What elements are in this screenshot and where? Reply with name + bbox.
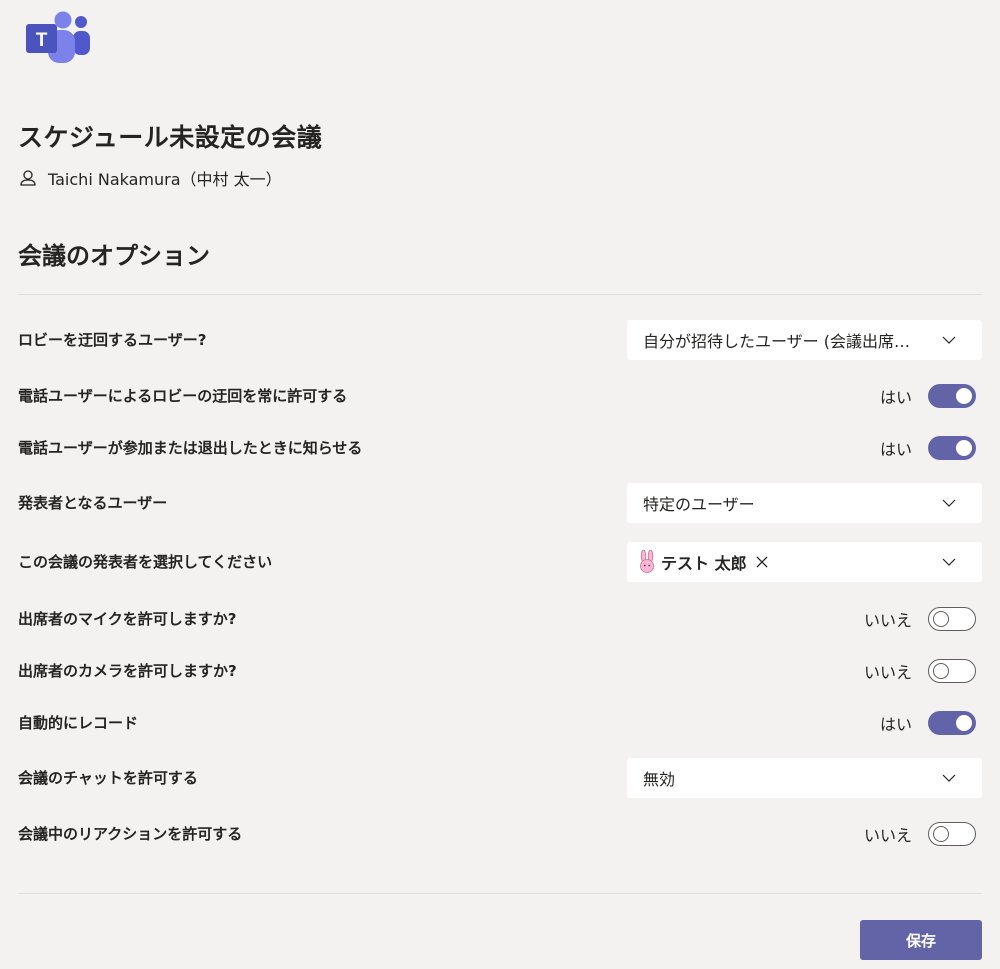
chevron-down-icon — [942, 558, 956, 566]
option-label: 出席者のカメラを許可しますか? — [18, 662, 237, 680]
dropdown-value: 特定のユーザー — [643, 495, 755, 514]
option-label: 会議のチャットを許可する — [18, 769, 198, 787]
auto-record-toggle[interactable] — [928, 711, 976, 735]
option-reactions: 会議中のリアクションを許可する いいえ — [18, 814, 982, 854]
option-auto-record: 自動的にレコード はい — [18, 703, 982, 743]
options-divider-bottom — [18, 893, 982, 894]
option-attendee-camera: 出席者のカメラを許可しますか? いいえ — [18, 651, 982, 691]
option-select-presenters: この会議の発表者を選択してください テスト 太郎 — [18, 542, 982, 582]
option-dialin-bypass: 電話ユーザーによるロビーの迂回を常に許可する はい — [18, 376, 982, 416]
toggle-state-text: いいえ — [863, 663, 912, 682]
option-meeting-chat: 会議のチャットを許可する 無効 — [18, 758, 982, 798]
chevron-down-icon — [942, 499, 956, 507]
dropdown-value: 無効 — [643, 770, 676, 789]
option-label: 自動的にレコード — [18, 714, 139, 732]
reactions-toggle[interactable] — [928, 822, 976, 846]
teams-logo-letter: T — [36, 30, 48, 51]
join-leave-notify-toggle[interactable] — [928, 436, 976, 460]
dropdown-value: 自分が招待したユーザー (会議出席依... — [643, 332, 923, 351]
toggle-state-text: いいえ — [863, 826, 912, 845]
person-icon — [18, 168, 38, 188]
option-bypass-lobby: ロビーを迂回するユーザー? 自分が招待したユーザー (会議出席依... — [18, 320, 982, 360]
option-label: 出席者のマイクを許可しますか? — [18, 610, 237, 628]
options-title: 会議のオプション — [18, 242, 210, 270]
meeting-chat-dropdown[interactable]: 無効 — [627, 758, 982, 798]
toggle-state-text: いいえ — [863, 611, 912, 630]
option-label: 電話ユーザーが参加または退出したときに知らせる — [18, 439, 363, 457]
chevron-down-icon — [942, 774, 956, 782]
presenter-chip: テスト 太郎 — [640, 550, 769, 574]
teams-logo-icon: T — [26, 6, 92, 66]
options-divider-top — [18, 294, 982, 295]
option-label: ロビーを迂回するユーザー? — [18, 331, 207, 349]
dialin-bypass-toggle[interactable] — [928, 384, 976, 408]
meeting-title: スケジュール未設定の会議 — [18, 123, 323, 152]
organizer-name: Taichi Nakamura（中村 太一） — [48, 170, 282, 189]
attendee-mic-toggle[interactable] — [928, 607, 976, 631]
toggle-state-text: はい — [879, 715, 912, 734]
option-presenters: 発表者となるユーザー 特定のユーザー — [18, 483, 982, 523]
save-button[interactable]: 保存 — [860, 920, 982, 960]
organizer: Taichi Nakamura（中村 太一） — [18, 167, 282, 189]
chevron-down-icon — [942, 336, 956, 344]
bunny-avatar-icon — [640, 550, 654, 573]
attendee-camera-toggle[interactable] — [928, 659, 976, 683]
close-icon[interactable] — [755, 555, 769, 569]
presenter-chip-name: テスト 太郎 — [661, 554, 747, 573]
toggle-state-text: はい — [879, 388, 912, 407]
presenter-picker[interactable]: テスト 太郎 — [627, 542, 982, 582]
option-label: 電話ユーザーによるロビーの迂回を常に許可する — [18, 387, 348, 405]
option-label: 発表者となるユーザー — [18, 494, 168, 512]
option-attendee-mic: 出席者のマイクを許可しますか? いいえ — [18, 599, 982, 639]
option-label: 会議中のリアクションを許可する — [18, 825, 243, 843]
toggle-state-text: はい — [879, 440, 912, 459]
bypass-lobby-dropdown[interactable]: 自分が招待したユーザー (会議出席依... — [627, 320, 982, 360]
option-label: この会議の発表者を選択してください — [18, 553, 273, 571]
option-join-leave-notify: 電話ユーザーが参加または退出したときに知らせる はい — [18, 428, 982, 468]
presenters-dropdown[interactable]: 特定のユーザー — [627, 483, 982, 523]
